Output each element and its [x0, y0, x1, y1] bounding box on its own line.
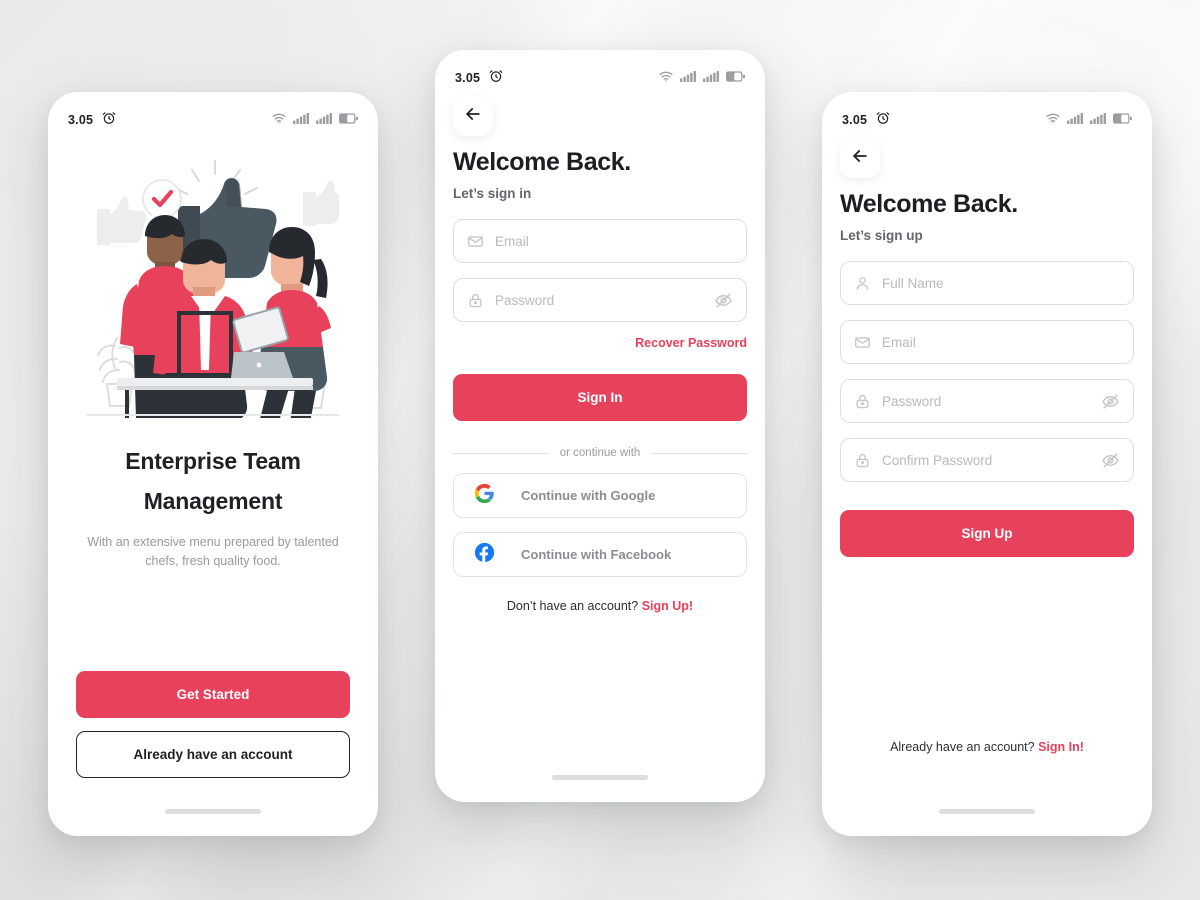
- alarm-clock-icon: [876, 111, 890, 130]
- signal-bars-icon: [1090, 111, 1106, 129]
- facebook-icon: [474, 542, 495, 568]
- eye-off-icon[interactable]: [1101, 392, 1120, 411]
- onboarding-body: Enterprise Team Management With an exten…: [48, 150, 378, 572]
- signin-form: Email Password Recover Password Sign In …: [453, 219, 748, 613]
- eye-off-icon[interactable]: [714, 291, 733, 310]
- arrow-left-icon: [850, 146, 870, 171]
- recover-password-link[interactable]: Recover Password: [453, 336, 747, 350]
- full-name-field[interactable]: Full Name: [840, 261, 1134, 305]
- email-field-placeholder: Email: [495, 233, 529, 249]
- divider-line-right: [651, 452, 748, 454]
- home-indicator: [939, 809, 1035, 814]
- confirm-password-field[interactable]: Confirm Password: [840, 438, 1134, 482]
- page-title: Enterprise Team Management: [76, 442, 350, 521]
- signin-prompt-text: Already have an account?: [890, 740, 1039, 754]
- phone-screen-signup: 3.05 Welcome Back. Let’s sign up Full Na…: [822, 92, 1152, 836]
- sign-in-button[interactable]: Sign In: [453, 374, 747, 421]
- signin-prompt: Already have an account? Sign In!: [840, 740, 1134, 754]
- wifi-icon: [272, 111, 286, 129]
- signal-bars-icon: [1067, 111, 1083, 129]
- onboarding-actions: Get Started Already have an account: [76, 671, 350, 778]
- status-bar: 3.05: [48, 92, 378, 132]
- back-button[interactable]: [840, 138, 880, 178]
- lock-icon: [467, 292, 484, 309]
- arrow-left-icon: [463, 104, 483, 129]
- phone-screen-onboarding: 3.05 Enterprise Team Management With an …: [48, 92, 378, 836]
- status-bar-right: [272, 111, 358, 129]
- sign-up-link[interactable]: Sign Up!: [642, 599, 693, 613]
- lock-icon: [854, 452, 871, 469]
- email-field[interactable]: Email: [840, 320, 1134, 364]
- signal-bars-icon: [316, 111, 332, 129]
- alarm-clock-icon: [489, 69, 503, 88]
- battery-icon: [339, 111, 358, 129]
- sign-in-link[interactable]: Sign In!: [1038, 740, 1084, 754]
- envelope-icon: [467, 233, 484, 250]
- signal-bars-icon: [703, 69, 719, 87]
- page-subtitle: Let’s sign in: [453, 186, 532, 201]
- divider-text: or continue with: [559, 447, 641, 459]
- signup-body: Welcome Back. Let’s sign up Full Name Em…: [822, 190, 1152, 557]
- wifi-icon: [1046, 111, 1060, 129]
- continue-with-facebook-button[interactable]: Continue with Facebook: [453, 532, 747, 577]
- back-button[interactable]: [453, 96, 493, 136]
- page-title: Welcome Back.: [840, 190, 1018, 218]
- page-title-line-2: Management: [143, 487, 283, 514]
- divider-line-left: [453, 452, 549, 454]
- status-bar: 3.05: [435, 50, 765, 90]
- signup-prompt: Don’t have an account? Sign Up!: [453, 599, 747, 613]
- battery-icon: [726, 69, 745, 87]
- get-started-button[interactable]: Get Started: [76, 671, 350, 718]
- envelope-icon: [854, 334, 871, 351]
- confirm-password-field-placeholder: Confirm Password: [882, 452, 993, 468]
- status-time: 3.05: [68, 113, 94, 127]
- signup-form: Full Name Email Password Confirm Passwor…: [840, 261, 1134, 557]
- page-subtitle: With an extensive menu prepared by talen…: [87, 535, 339, 569]
- password-field-placeholder: Password: [495, 292, 555, 308]
- already-have-account-button[interactable]: Already have an account: [76, 731, 350, 778]
- lock-icon: [854, 393, 871, 410]
- home-indicator: [552, 775, 648, 780]
- battery-icon: [1113, 111, 1132, 129]
- sign-up-button[interactable]: Sign Up: [840, 510, 1134, 557]
- or-continue-divider: or continue with: [453, 447, 748, 459]
- signal-bars-icon: [680, 69, 696, 87]
- alarm-clock-icon: [102, 111, 116, 130]
- continue-with-facebook-label: Continue with Facebook: [521, 547, 672, 562]
- page-subtitle: Let’s sign up: [840, 228, 923, 243]
- wifi-icon: [659, 69, 673, 87]
- email-field-placeholder: Email: [882, 334, 916, 350]
- full-name-field-placeholder: Full Name: [882, 275, 944, 291]
- password-field[interactable]: Password: [453, 278, 747, 322]
- page-title: Welcome Back.: [453, 148, 631, 176]
- status-bar-right: [1046, 111, 1132, 129]
- signin-body: Welcome Back. Let’s sign in Email Passwo…: [435, 148, 765, 613]
- status-bar: 3.05: [822, 92, 1152, 132]
- status-bar-right: [659, 69, 745, 87]
- continue-with-google-label: Continue with Google: [521, 488, 656, 503]
- status-bar-left: 3.05: [68, 111, 116, 130]
- google-icon: [474, 483, 495, 509]
- person-icon: [854, 275, 871, 292]
- password-field[interactable]: Password: [840, 379, 1134, 423]
- status-time: 3.05: [842, 113, 868, 127]
- status-bar-left: 3.05: [842, 111, 890, 130]
- password-field-placeholder: Password: [882, 393, 942, 409]
- signal-bars-icon: [293, 111, 309, 129]
- phone-screen-signin: 3.05 Welcome Back. Let’s sign in Email P…: [435, 50, 765, 802]
- team-collaboration-thumbs-up-illustration: [76, 150, 350, 418]
- email-field[interactable]: Email: [453, 219, 747, 263]
- status-time: 3.05: [455, 71, 481, 85]
- eye-off-icon[interactable]: [1101, 451, 1120, 470]
- continue-with-google-button[interactable]: Continue with Google: [453, 473, 747, 518]
- home-indicator: [165, 809, 261, 814]
- page-title-line-1: Enterprise Team: [125, 448, 301, 474]
- signup-prompt-text: Don’t have an account?: [506, 599, 642, 613]
- status-bar-left: 3.05: [455, 69, 503, 88]
